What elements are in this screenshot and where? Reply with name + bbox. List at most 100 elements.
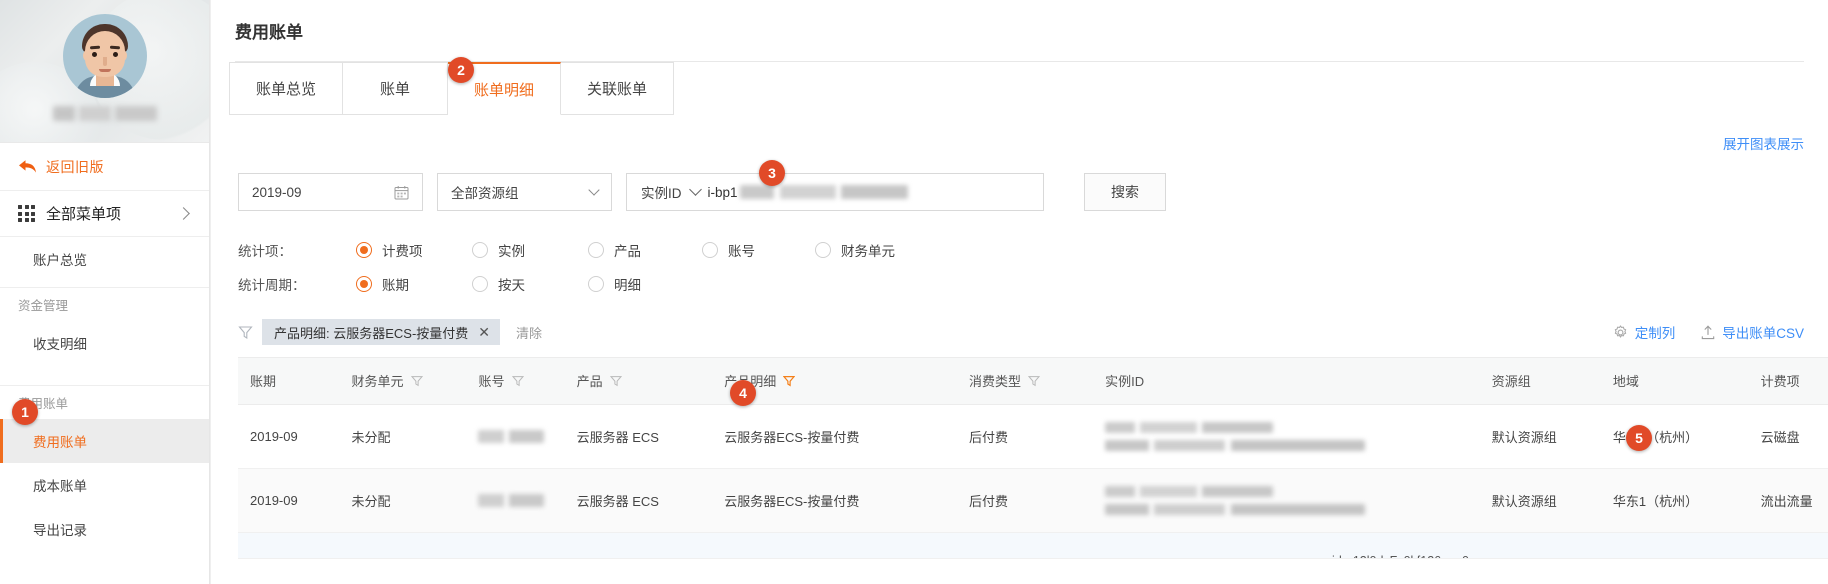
col-label: 产品 (576, 374, 603, 390)
bill-detail-table-wrapper: 账期 财务单元 账号 产品 产品明细 消费类型 实例ID 资源组 (238, 357, 1828, 559)
radio-circle-icon (472, 276, 488, 292)
tab-bill-overview[interactable]: 账单总览 (229, 62, 344, 115)
resource-group-select[interactable]: 全部资源组 (437, 173, 612, 211)
tab-label: 账单总览 (256, 81, 317, 98)
col-account: 账号 (466, 358, 565, 405)
instance-id-value: i-bp1 (707, 184, 738, 200)
cell-account (466, 404, 565, 469)
filter-row-primary: 2019-09 全部资源组 实例ID i-bp1 搜索 (238, 173, 1804, 211)
sidebar-item-label: 导出记录 (33, 523, 87, 538)
cell-finance-unit: 未分配 (339, 404, 467, 469)
table-header-row: 账期 财务单元 账号 产品 产品明细 消费类型 实例ID 资源组 (238, 358, 1828, 405)
export-csv-button[interactable]: 导出账单CSV (1701, 322, 1804, 342)
radio-stat-item-0[interactable]: 计费项 (356, 240, 472, 260)
col-product: 产品 (564, 358, 713, 405)
funnel-icon (238, 325, 253, 340)
radio-circle-icon (588, 242, 604, 258)
cell-instance-id: i-bp12l0dyFx0kf126ene0 (1332, 554, 1469, 558)
expand-chart-link[interactable]: 展开图表展示 (1723, 133, 1804, 153)
close-icon[interactable]: ✕ (478, 325, 490, 339)
instance-id-input[interactable]: i-bp1 (708, 185, 908, 200)
radio-stat-period-2[interactable]: 明细 (588, 274, 641, 294)
sidebar-item-account-overview[interactable]: 账户总览 (0, 237, 209, 281)
col-consume-type: 消费类型 (956, 358, 1094, 405)
search-button[interactable]: 搜索 (1084, 173, 1166, 211)
radio-label: 按天 (498, 278, 525, 293)
export-csv-label: 导出账单CSV (1722, 326, 1804, 341)
app-root: 返回旧版 全部菜单项 账户总览 资金管理 收支明细 费用账单 费用账单 成本账单 (0, 0, 1828, 584)
cell-region: 华东1（杭州） (1600, 404, 1749, 469)
instance-id-search-field[interactable]: 实例ID i-bp1 (626, 173, 1044, 211)
sidebar-item-cost-bill[interactable]: 成本账单 (0, 463, 209, 507)
radio-circle-icon (356, 276, 372, 292)
radio-stat-item-3[interactable]: 账号 (702, 240, 815, 260)
table-row[interactable]: 2019-09 未分配 云服务器 ECS 云服务器ECS-按量付费 后付费 默认… (238, 404, 1828, 469)
radio-label: 账期 (382, 278, 409, 293)
col-label: 资源组 (1491, 374, 1531, 390)
cell-consume-type: 后付费 (956, 468, 1094, 533)
radio-circle-icon (702, 242, 718, 258)
radio-stat-item-4[interactable]: 财务单元 (815, 240, 895, 260)
stat-period-options: 账期 按天 明细 (356, 274, 641, 294)
instance-field-type-select[interactable]: 实例ID (641, 182, 702, 202)
table-row-partial[interactable]: i-bp12l0dyFx0kf126ene0 (238, 532, 1828, 559)
stat-options: 统计项： 计费项 实例 产品 账号 财务单元 统计周期： 账期 按天 明细 (238, 211, 1804, 301)
cell-product-detail: 云服务器ECS-按量付费 (712, 404, 957, 469)
stat-item-row: 统计项： 计费项 实例 产品 账号 财务单元 (238, 233, 1804, 267)
stat-period-row: 统计周期： 账期 按天 明细 (238, 267, 1804, 301)
column-filter-icon-active[interactable] (783, 375, 796, 387)
tab-related-bill[interactable]: 关联账单 (561, 62, 675, 115)
account-redacted (478, 493, 545, 507)
customize-columns-button[interactable]: 定制列 (1613, 322, 1675, 342)
cell-billing-item: 云磁盘 (1748, 404, 1828, 469)
radio-stat-item-2[interactable]: 产品 (588, 240, 702, 260)
tab-bill[interactable]: 账单 (343, 62, 449, 115)
col-label: 地域 (1612, 374, 1639, 390)
col-label: 账期 (250, 374, 277, 390)
sidebar-item-fee-bill[interactable]: 费用账单 (0, 419, 209, 463)
filter-chip-label: 产品明细: 云服务器ECS-按量付费 (274, 325, 469, 341)
cell-region: 华东1（杭州） (1600, 468, 1749, 533)
cell-resource-group: 默认资源组 (1479, 468, 1601, 533)
back-to-old-version-button[interactable]: 返回旧版 (0, 143, 209, 191)
table-row[interactable]: 2019-09 未分配 云服务器 ECS 云服务器ECS-按量付费 后付费 默认… (238, 468, 1828, 533)
col-billing-item: 计费项 (1748, 358, 1828, 405)
radio-stat-period-1[interactable]: 按天 (472, 274, 588, 294)
chevron-right-icon (177, 207, 190, 220)
sidebar-group-label: 资金管理 (18, 299, 69, 313)
sidebar-item-export-record[interactable]: 导出记录 (0, 507, 209, 551)
grid-menu-icon (18, 205, 35, 222)
instance-field-type-label: 实例ID (641, 186, 682, 201)
cell-instance-id (1093, 404, 1480, 469)
sidebar-item-label: 成本账单 (33, 479, 87, 494)
sidebar-item-income-detail[interactable]: 收支明细 (0, 321, 209, 365)
tab-label: 账单明细 (474, 81, 535, 99)
radio-stat-period-0[interactable]: 账期 (356, 274, 472, 294)
column-filter-icon[interactable] (1027, 375, 1041, 387)
clear-filters-link[interactable]: 清除 (516, 323, 542, 342)
col-label: 账号 (478, 374, 505, 390)
profile-card (0, 0, 209, 143)
cell-period: 2019-09 (238, 404, 340, 469)
account-name-redacted (52, 106, 157, 121)
table-action-links: 定制列 导出账单CSV (1613, 322, 1804, 342)
col-resource-group: 资源组 (1479, 358, 1601, 405)
radio-label: 实例 (498, 244, 525, 259)
billing-period-input[interactable]: 2019-09 (238, 173, 423, 211)
annotation-badge-5: 5 (1626, 425, 1652, 451)
cell-product: 云服务器 ECS (564, 468, 713, 533)
sidebar-item-label: 收支明细 (33, 337, 87, 352)
column-filter-icon[interactable] (511, 375, 524, 387)
account-redacted (478, 429, 545, 443)
annotation-badge-2: 2 (448, 57, 474, 83)
column-filter-icon[interactable] (410, 375, 423, 387)
radio-circle-icon (356, 242, 372, 258)
radio-stat-item-1[interactable]: 实例 (472, 240, 588, 260)
cell-instance-id (1093, 468, 1480, 533)
instance-id-redacted (1105, 421, 1468, 451)
radio-circle-icon (815, 242, 831, 258)
all-menu-button[interactable]: 全部菜单项 (0, 191, 209, 237)
filter-chip-product-detail[interactable]: 产品明细: 云服务器ECS-按量付费 ✕ (262, 319, 501, 345)
column-filter-icon[interactable] (609, 375, 622, 387)
cell-product-detail: 云服务器ECS-按量付费 (712, 468, 957, 533)
